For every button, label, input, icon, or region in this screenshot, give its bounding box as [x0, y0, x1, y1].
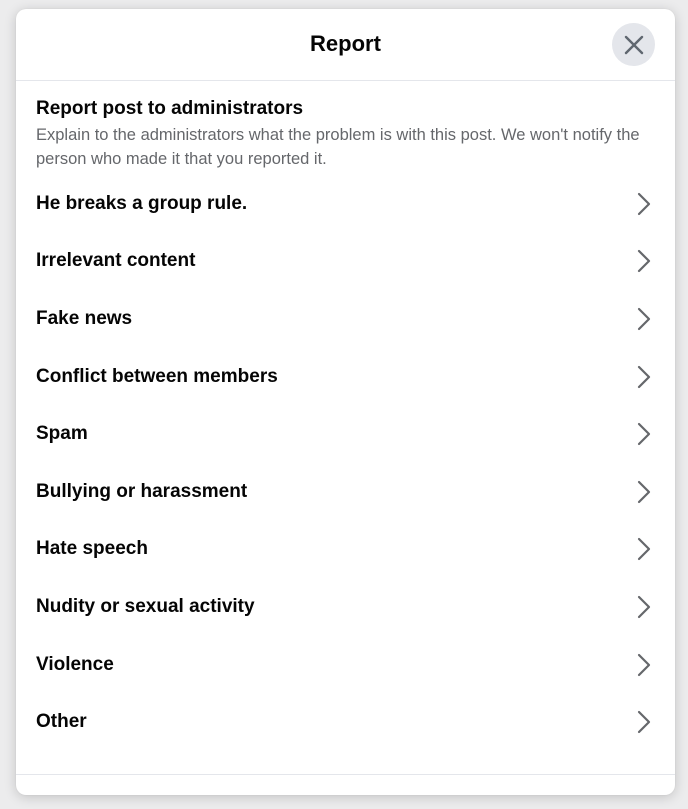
report-option-label: Bullying or harassment — [36, 480, 248, 502]
chevron-right-icon — [637, 192, 651, 216]
chevron-right-icon — [637, 480, 651, 504]
report-option[interactable]: Violence — [16, 636, 675, 694]
report-options-list: He breaks a group rule. Irrelevant conte… — [16, 175, 675, 751]
report-option-label: Hate speech — [36, 538, 148, 560]
report-option-label: Other — [36, 711, 87, 733]
chevron-right-icon — [637, 249, 651, 273]
report-option-label: Nudity or sexual activity — [36, 595, 255, 617]
report-option[interactable]: Other — [16, 693, 675, 751]
report-option-label: He breaks a group rule. — [36, 192, 248, 214]
report-option-label: Violence — [36, 653, 114, 675]
report-option[interactable]: Bullying or harassment — [16, 463, 675, 521]
report-option[interactable]: Hate speech — [16, 521, 675, 579]
chevron-right-icon — [637, 307, 651, 331]
report-option[interactable]: Fake news — [16, 290, 675, 348]
dialog-header: Report — [16, 9, 675, 81]
report-option-label: Conflict between members — [36, 365, 278, 387]
chevron-right-icon — [637, 365, 651, 389]
chevron-right-icon — [637, 653, 651, 677]
report-dialog: Report Report post to administrators Exp… — [16, 9, 675, 795]
close-button[interactable] — [612, 23, 655, 66]
chevron-right-icon — [637, 710, 651, 734]
report-option-label: Spam — [36, 423, 88, 445]
report-option[interactable]: Spam — [16, 405, 675, 463]
report-intro: Report post to administrators Explain to… — [16, 81, 675, 171]
report-option-label: Fake news — [36, 307, 133, 329]
report-option[interactable]: He breaks a group rule. — [16, 175, 675, 233]
close-icon — [624, 35, 644, 55]
intro-description: Explain to the administrators what the p… — [36, 126, 640, 168]
chevron-right-icon — [637, 537, 651, 561]
footer-divider — [16, 774, 675, 775]
report-option[interactable]: Conflict between members — [16, 348, 675, 406]
intro-heading: Report post to administrators — [36, 98, 304, 119]
chevron-right-icon — [637, 595, 651, 619]
chevron-right-icon — [637, 422, 651, 446]
dialog-title: Report — [310, 30, 381, 56]
report-option[interactable]: Irrelevant content — [16, 233, 675, 291]
report-option-label: Irrelevant content — [36, 250, 196, 272]
report-option[interactable]: Nudity or sexual activity — [16, 578, 675, 636]
